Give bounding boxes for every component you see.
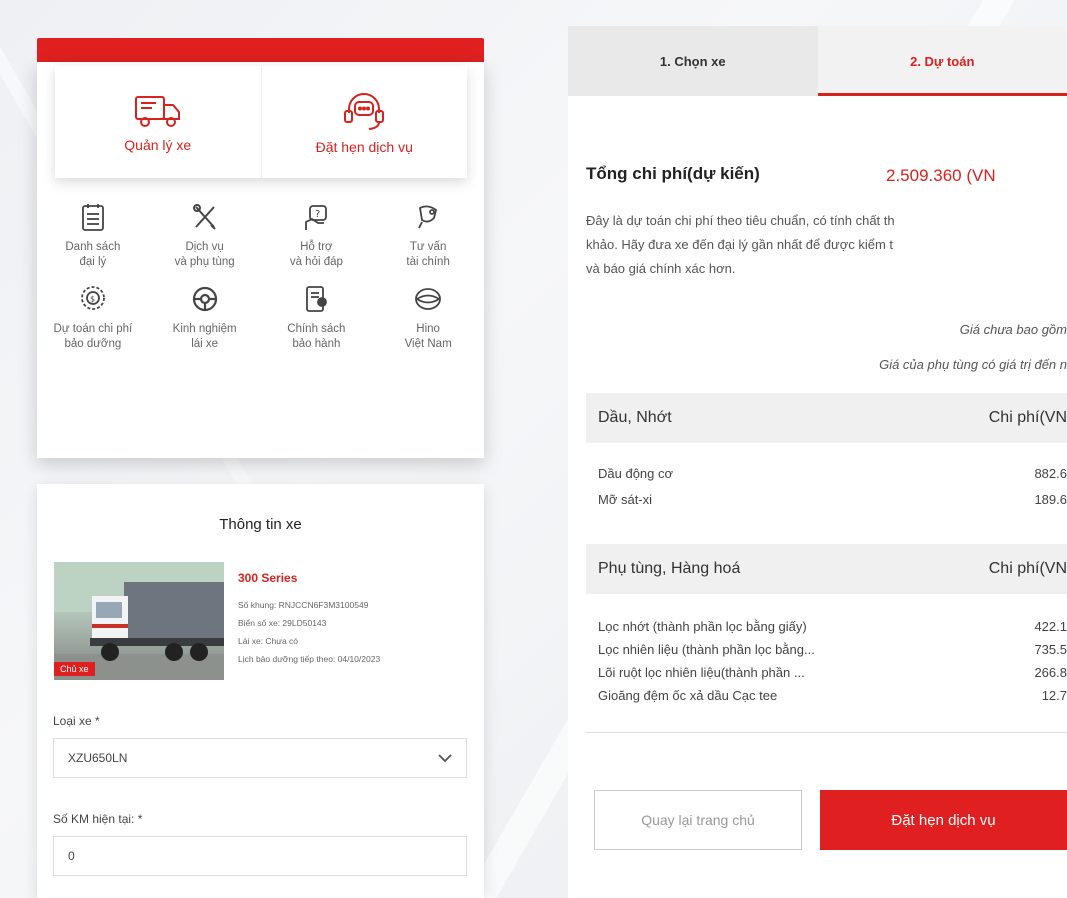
menu-panel: Quản lý xe Đặt hẹn dịch vụ Danh sách đại…: [37, 62, 484, 458]
item-cost: 735.5: [1034, 642, 1067, 657]
vehicle-plate: Biển số xe: 29LD50143: [238, 618, 327, 628]
item-name: Gioăng đệm ốc xả dầu Cạc tee: [598, 688, 778, 703]
grid-label-line2: lái xe: [191, 338, 219, 350]
table-row: Gioăng đệm ốc xả dầu Cạc tee 12.7: [598, 688, 1067, 703]
vehicle-type-value: XZU650LN: [68, 751, 128, 765]
grid-label-line1: Tư vấn: [409, 241, 447, 253]
primary-menu-tabs: Quản lý xe Đặt hẹn dịch vụ: [55, 66, 467, 178]
grid-label-line1: Dự toán chi phí: [53, 323, 133, 335]
item-name: Mỡ sát-xi: [598, 492, 653, 507]
total-cost-label: Tổng chi phí(dự kiến): [586, 164, 760, 183]
support-icon: ?: [305, 205, 328, 230]
tools-icon: [192, 204, 216, 230]
grid-label-line1: Kinh nghiệm: [172, 323, 237, 335]
vehicle-management-label: Quản lý xe: [124, 137, 192, 153]
truck-photo: Chủ xe: [54, 562, 224, 680]
svg-text:?: ?: [315, 209, 320, 220]
table-row: Mỡ sát-xi 189.6: [598, 492, 1067, 507]
cost-estimate-icon: $: [80, 286, 105, 310]
estimate-panel: 1. Chọn xe 2. Dự toán Tổng chi phí(dự ki…: [568, 26, 1067, 898]
vehicle-driver: Lái xe: Chưa có: [238, 636, 299, 646]
table-row: Lọc nhiên liệu (thành phần lọc bằng... 7…: [598, 642, 1067, 657]
grid-label-line1: Hino: [416, 323, 440, 335]
vehicle-model-name: 300 Series: [238, 571, 298, 585]
table-row: Lõi ruột lọc nhiên liệu(thành phần ... 2…: [598, 665, 1067, 680]
step-tabs: 1. Chọn xe 2. Dự toán: [568, 26, 1067, 96]
back-home-button[interactable]: Quay lại trang chủ: [594, 790, 802, 850]
vehicle-info-title: Thông tin xe: [219, 516, 302, 533]
vehicle-info-card: Thông tin xe Chủ xe 300 Series Số khung:…: [37, 484, 484, 898]
item-name: Lõi ruột lọc nhiên liệu(thành phần ...: [598, 665, 805, 680]
list-icon: [81, 204, 104, 231]
oil-cost-header: Chi phí(VN: [988, 409, 1067, 426]
parts-section-header: Phụ tùng, Hàng hoá Chi phí(VN: [586, 544, 1067, 594]
description-line: Đây là dự toán chi phí theo tiêu chuẩn, …: [586, 213, 895, 228]
vehicle-type-label: Loại xe *: [53, 714, 100, 728]
table-row: Lọc nhớt (thành phần lọc bằng giấy) 422.…: [598, 619, 1067, 634]
grid-item-driving-tips[interactable]: Kinh nghiệm lái xe: [149, 284, 261, 352]
vehicle-management-tab[interactable]: Quản lý xe: [55, 66, 261, 178]
estimate-description: Đây là dự toán chi phí theo tiêu chuẩn, …: [586, 209, 1056, 281]
tab-choose-vehicle[interactable]: 1. Chọn xe: [568, 26, 818, 96]
grid-label-line1: Dịch vụ: [185, 241, 224, 253]
grid-label-line1: Hỗ trợ: [300, 241, 333, 253]
item-cost: 266.8: [1034, 665, 1067, 680]
oil-section-title: Dầu, Nhớt: [598, 409, 672, 426]
item-name: Dầu động cơ: [598, 466, 674, 481]
grid-item-dealer-list[interactable]: Danh sách đại lý: [37, 202, 149, 270]
grid-label-line2: tài chính: [406, 256, 450, 268]
item-cost: 882.6: [1034, 466, 1067, 481]
grid-item-warranty-policy[interactable]: Chính sách bảo hành: [261, 284, 373, 352]
owner-badge: Chủ xe: [54, 662, 95, 676]
grid-label-line2: và hỏi đáp: [289, 256, 343, 268]
grid-item-hino-vietnam[interactable]: Hino Việt Nam: [372, 284, 484, 352]
book-service-tab[interactable]: Đặt hẹn dịch vụ: [260, 66, 468, 178]
description-line: khảo. Hãy đưa xe đến đại lý gần nhất để …: [586, 237, 894, 252]
chevron-down-icon: [438, 753, 452, 762]
book-service-label: Đặt hẹn dịch vụ: [315, 139, 413, 155]
grid-label-line2: đại lý: [79, 256, 107, 268]
grid-label-line2: bảo hành: [292, 338, 341, 350]
grid-label-line2: bảo dưỡng: [64, 338, 122, 350]
item-name: Lọc nhớt (thành phần lọc bằng giấy): [598, 619, 807, 634]
svg-text:$: $: [90, 295, 95, 304]
vehicle-type-select[interactable]: XZU650LN: [53, 738, 467, 778]
headset-chat-icon: [344, 93, 385, 130]
book-service-button[interactable]: Đặt hẹn dịch vụ: [820, 790, 1067, 850]
feature-grid: Danh sách đại lý Dịch vụ và phụ tùng ? Hỗ …: [37, 202, 484, 352]
price-note-2: Giá của phụ tùng có giá trị đến n: [879, 357, 1067, 372]
tab-estimate[interactable]: 2. Dự toán: [817, 26, 1067, 96]
grid-item-maintenance-cost[interactable]: $ Dự toán chi phí bảo dưỡng: [37, 284, 149, 352]
current-km-label: Số KM hiện tại: *: [53, 812, 143, 826]
parts-cost-header: Chi phí(VN: [988, 560, 1067, 577]
truck-icon: [134, 96, 180, 127]
oil-section-header: Dầu, Nhớt Chi phí(VN: [586, 393, 1067, 443]
table-row: Dầu động cơ 882.6: [598, 466, 1067, 481]
price-note-1: Giá chưa bao gồm: [959, 322, 1067, 337]
item-name: Lọc nhiên liệu (thành phần lọc bằng...: [598, 642, 815, 657]
grid-label-line2: và phụ tùng: [174, 256, 235, 268]
vehicle-next-service: Lịch bảo dưỡng tiếp theo: 04/10/2023: [238, 654, 381, 664]
description-line: và báo giá chính xác hơn.: [586, 261, 736, 276]
steering-wheel-icon: [192, 286, 217, 312]
grid-item-finance-advice[interactable]: Tư vấn tài chính: [372, 202, 484, 270]
hino-logo-icon: [415, 288, 442, 310]
section-divider: [586, 732, 1067, 733]
grid-label-line2: Việt Nam: [404, 338, 452, 350]
item-cost: 422.1: [1034, 619, 1067, 634]
warranty-policy-icon: [306, 286, 328, 312]
vehicle-chassis: Số khung: RNJCCN6F3M3100549: [238, 600, 369, 610]
total-cost-value: 2.509.360 (VN: [886, 166, 996, 185]
finance-hand-icon: [418, 205, 438, 229]
parts-section-title: Phụ tùng, Hàng hoá: [598, 560, 741, 577]
grid-label-line1: Chính sách: [287, 323, 346, 335]
main-menu-card: Quản lý xe Đặt hẹn dịch vụ Danh sách đại…: [37, 38, 484, 458]
item-cost: 189.6: [1034, 492, 1067, 507]
grid-item-support-faq[interactable]: ? Hỗ trợ và hỏi đáp: [261, 202, 373, 270]
grid-label-line1: Danh sách: [65, 241, 121, 253]
item-cost: 12.7: [1041, 688, 1067, 703]
current-km-input[interactable]: [53, 836, 467, 876]
grid-item-service-parts[interactable]: Dịch vụ và phụ tùng: [149, 202, 261, 270]
